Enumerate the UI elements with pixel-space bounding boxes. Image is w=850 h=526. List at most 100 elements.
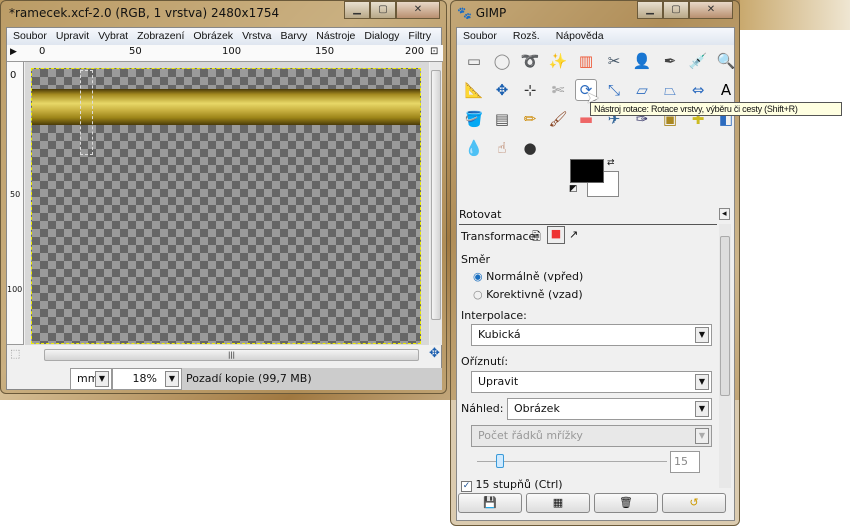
paths-icon[interactable]: ✒ — [659, 50, 681, 72]
color-select-icon[interactable]: ▥ — [575, 50, 597, 72]
ruler-menu-icon[interactable]: ▶ — [10, 47, 17, 57]
ruler-label: 150 — [315, 46, 335, 57]
lasso-icon[interactable]: ➰ — [519, 50, 541, 72]
rect-select-icon[interactable]: ▭ — [463, 50, 485, 72]
menu-item[interactable]: Upravit — [56, 28, 89, 45]
ellipse-select-icon[interactable]: ◯ — [491, 50, 513, 72]
color-picker-icon[interactable]: 💉 — [687, 50, 709, 72]
interpolation-select[interactable]: Kubická ▼ — [471, 324, 712, 346]
scissors-icon[interactable]: ✂ — [603, 50, 625, 72]
horizontal-scroll-thumb[interactable]: ||| — [44, 349, 419, 361]
options-scrollbar[interactable] — [719, 224, 731, 488]
minimize-button[interactable]: ▁ — [344, 1, 370, 19]
vertical-scrollbar[interactable] — [430, 62, 442, 345]
transform-selection-icon[interactable]: ■ — [547, 226, 565, 244]
maximize-button[interactable]: ▢ — [370, 1, 396, 19]
save-options-button[interactable]: 💾 — [458, 493, 522, 513]
restore-options-button[interactable]: ▦ — [526, 493, 590, 513]
maximize-button[interactable]: ▢ — [663, 1, 689, 19]
bucket-fill-icon[interactable]: 🪣 — [463, 108, 485, 130]
image-canvas[interactable] — [31, 68, 421, 344]
menu-item[interactable]: Vrstva — [242, 28, 271, 45]
constrain-label: 15 stupňů (Ctrl) — [475, 478, 563, 491]
pencil-icon[interactable]: ✏ — [519, 108, 541, 130]
default-colors-icon[interactable]: ◩ — [569, 184, 578, 194]
scale-icon[interactable]: ⤡ — [603, 79, 625, 101]
preview-select[interactable]: Obrázek ▼ — [507, 398, 712, 420]
menu-item[interactable]: Obrázek — [193, 28, 233, 45]
ruler-label: 50 — [10, 190, 21, 199]
image-window: *ramecek.xcf-2.0 (RGB, 1 vrstva) 2480x17… — [0, 0, 447, 394]
blur-icon[interactable]: 💧 — [463, 137, 485, 159]
zoom-select[interactable]: 18% ▼ — [112, 368, 182, 390]
close-button[interactable]: ✕ — [689, 1, 733, 19]
ruler-label: 0 — [10, 70, 17, 81]
menu-item[interactable]: Soubor — [463, 28, 497, 45]
unit-select[interactable]: mm ▼ — [70, 368, 112, 390]
align-icon[interactable]: ⊹ — [519, 79, 541, 101]
panel-menu-icon[interactable]: ◂ — [719, 208, 730, 220]
direction-corrective-radio[interactable]: ○ Korektivně (vzad) — [473, 288, 583, 301]
clipping-select[interactable]: Upravit ▼ — [471, 371, 712, 393]
minimize-button[interactable]: ▁ — [637, 1, 663, 19]
menu-item[interactable]: Dialogy — [364, 28, 399, 45]
menu-item[interactable]: Soubor — [13, 28, 47, 45]
trash-icon: 🗑 — [619, 496, 633, 509]
shear-icon[interactable]: ▱ — [631, 79, 653, 101]
vertical-ruler[interactable]: 0 50 100 — [7, 62, 24, 345]
grid-lines-spin[interactable]: 15 — [670, 451, 700, 473]
menu-item[interactable]: Filtry — [408, 28, 431, 45]
canvas-area[interactable] — [25, 62, 429, 345]
constrain-checkbox[interactable]: ✓ 15 stupňů (Ctrl) — [461, 478, 563, 492]
grid-select[interactable]: Počet řádků mřížky ▼ — [471, 425, 712, 447]
foreground-color[interactable] — [570, 159, 604, 183]
menu-item[interactable]: Rozš. — [513, 28, 540, 45]
zoom-value: 18% — [132, 372, 157, 385]
move-icon[interactable]: ✥ — [491, 79, 513, 101]
transform-layer-icon[interactable]: 🗎 — [532, 228, 541, 247]
text-icon[interactable]: A — [715, 79, 737, 101]
selection-marquee — [80, 70, 93, 155]
ruler-label: 50 — [129, 46, 142, 57]
crop-icon[interactable]: ✄ — [547, 79, 569, 101]
menu-item[interactable]: Nápověda — [556, 28, 604, 45]
flip-icon[interactable]: ⇔ — [687, 79, 709, 101]
options-scroll-thumb[interactable] — [720, 236, 730, 396]
save-icon: 💾 — [483, 496, 497, 509]
perspective-icon[interactable]: ⏢ — [659, 79, 681, 101]
menu-item[interactable]: Vybrat — [98, 28, 128, 45]
chevron-down-icon: ▼ — [95, 371, 109, 387]
transform-path-icon[interactable]: ↗ — [569, 228, 578, 241]
navigate-icon[interactable]: ✥ — [429, 346, 440, 361]
menu-item[interactable]: Zobrazení — [137, 28, 184, 45]
ruler-label: 0 — [39, 46, 46, 57]
clipping-value: Upravit — [478, 375, 519, 388]
direction-normal-radio[interactable]: ◉ Normálně (vpřed) — [473, 270, 583, 283]
menu-item[interactable]: Barvy — [280, 28, 307, 45]
transform-label: Transformace: — [461, 230, 539, 243]
reset-options-button[interactable]: ↺ — [662, 493, 726, 513]
slider-handle[interactable] — [496, 454, 504, 468]
menu-item[interactable]: Nástroje — [316, 28, 355, 45]
mouse-cursor-icon: ➤ — [586, 88, 600, 107]
zoom-icon[interactable]: 🔍 — [715, 50, 737, 72]
measure-icon[interactable]: 📐 — [463, 79, 485, 101]
delete-options-button[interactable]: 🗑 — [594, 493, 658, 513]
blend-icon[interactable]: ▤ — [491, 108, 513, 130]
fuzzy-select-icon[interactable]: ✨ — [547, 50, 569, 72]
foreground-select-icon[interactable]: 👤 — [631, 50, 653, 72]
vertical-scroll-thumb[interactable] — [431, 70, 441, 320]
chevron-down-icon: ▼ — [695, 327, 709, 343]
horizontal-ruler[interactable]: ▶ 0 50 100 150 200 ⊡ — [7, 45, 443, 62]
dodge-burn-icon[interactable]: ● — [519, 137, 541, 159]
quick-mask-icon[interactable]: ⬚ — [10, 347, 20, 360]
checkbox-checked-icon: ✓ — [461, 481, 472, 492]
zoom-fit-icon[interactable]: ⊡ — [430, 46, 438, 57]
grid-lines-slider[interactable] — [477, 461, 667, 462]
smudge-icon[interactable]: ☝ — [491, 137, 513, 159]
gimp-logo-icon: 🐾 — [457, 6, 472, 20]
toolbox-title: 🐾 GIMP — [457, 6, 506, 20]
close-button[interactable]: ✕ — [396, 1, 440, 19]
swap-colors-icon[interactable]: ⇄ — [607, 158, 615, 168]
paintbrush-icon[interactable]: 🖌 — [547, 108, 569, 130]
